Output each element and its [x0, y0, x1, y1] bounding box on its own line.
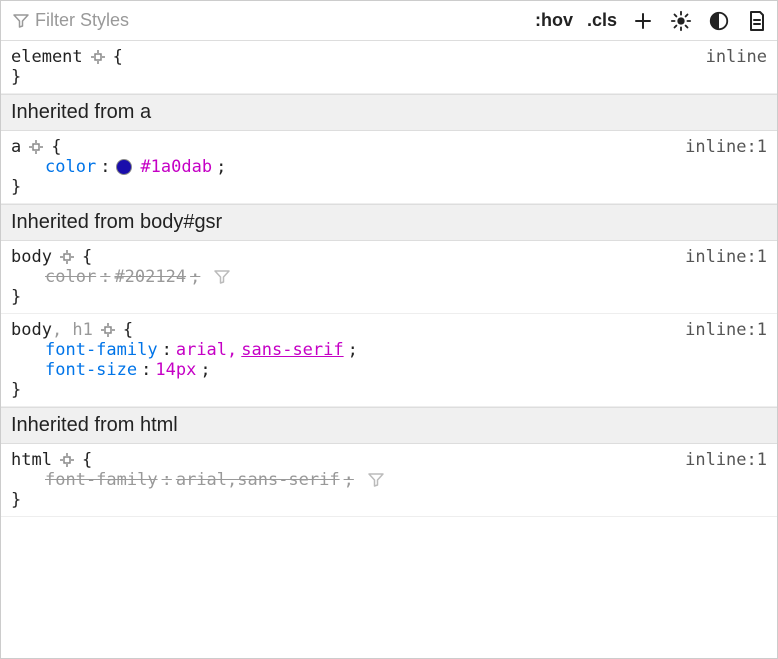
- open-brace: {: [82, 247, 92, 267]
- value[interactable]: arial,: [176, 340, 237, 360]
- new-rule-button[interactable]: [631, 11, 655, 31]
- overridden-filter-icon[interactable]: [214, 269, 230, 285]
- value[interactable]: arial,sans-serif: [176, 470, 340, 490]
- rule-a[interactable]: inline:1 a { color: #1a0dab; }: [1, 131, 777, 204]
- close-brace: }: [11, 287, 21, 307]
- property[interactable]: color: [45, 157, 96, 177]
- rule-source[interactable]: inline:1: [685, 247, 767, 267]
- selector[interactable]: element: [11, 47, 83, 67]
- light-mode-button[interactable]: [669, 10, 693, 32]
- hov-button[interactable]: :hov: [535, 10, 573, 31]
- plus-icon: [633, 11, 653, 31]
- highlight-selector-icon[interactable]: [89, 48, 107, 66]
- value[interactable]: 14px: [155, 360, 196, 380]
- property[interactable]: color: [45, 267, 96, 287]
- open-brace: {: [123, 320, 133, 340]
- value[interactable]: #1a0dab: [140, 157, 212, 177]
- rule-source[interactable]: inline: [706, 47, 767, 67]
- inherited-header-body: Inherited from body#gsr: [1, 204, 777, 241]
- property[interactable]: font-size: [45, 360, 137, 380]
- highlight-selector-icon[interactable]: [27, 138, 45, 156]
- inherited-header-html: Inherited from html: [1, 407, 777, 444]
- close-brace: }: [11, 490, 21, 510]
- declaration-font-size[interactable]: font-size: 14px;: [11, 360, 767, 380]
- value[interactable]: #202124: [114, 267, 186, 287]
- moon-icon: [708, 10, 730, 32]
- property[interactable]: font-family: [45, 470, 158, 490]
- open-brace: {: [113, 47, 123, 67]
- rule-html[interactable]: inline:1 html { font-family: arial,sans-…: [1, 444, 777, 517]
- color-swatch[interactable]: [116, 159, 132, 175]
- sun-icon: [670, 10, 692, 32]
- close-brace: }: [11, 177, 21, 197]
- declaration-font-family[interactable]: font-family: arial,sans-serif;: [11, 340, 767, 360]
- rules-panel: inline element { } Inherited from a inli…: [1, 41, 777, 517]
- rule-element[interactable]: inline element { }: [1, 41, 777, 94]
- inherited-header-a: Inherited from a: [1, 94, 777, 131]
- selector[interactable]: html: [11, 450, 52, 470]
- rule-source[interactable]: inline:1: [685, 450, 767, 470]
- print-simulation-button[interactable]: [745, 10, 769, 32]
- filter-styles-input[interactable]: [35, 10, 535, 31]
- highlight-selector-icon[interactable]: [58, 451, 76, 469]
- funnel-icon: [13, 13, 29, 29]
- styles-toolbar: :hov .cls: [1, 1, 777, 41]
- overridden-filter-icon[interactable]: [368, 472, 384, 488]
- property[interactable]: font-family: [45, 340, 158, 360]
- value-link[interactable]: sans-serif: [241, 340, 343, 360]
- rule-body[interactable]: inline:1 body { color: #202124; }: [1, 241, 777, 314]
- rule-body-h1[interactable]: inline:1 body, h1 { font-family: arial,s…: [1, 314, 777, 407]
- close-brace: }: [11, 67, 21, 87]
- selector[interactable]: body: [11, 247, 52, 267]
- rule-source[interactable]: inline:1: [685, 137, 767, 157]
- toolbar-actions: :hov .cls: [535, 10, 769, 32]
- declaration-font-family-overridden[interactable]: font-family: arial,sans-serif;: [11, 470, 767, 490]
- open-brace: {: [51, 137, 61, 157]
- rule-source[interactable]: inline:1: [685, 320, 767, 340]
- dark-mode-button[interactable]: [707, 10, 731, 32]
- declaration-color-overridden[interactable]: color: #202124;: [11, 267, 767, 287]
- close-brace: }: [11, 380, 21, 400]
- cls-button[interactable]: .cls: [587, 10, 617, 31]
- open-brace: {: [82, 450, 92, 470]
- page-icon: [747, 10, 767, 32]
- selector[interactable]: a: [11, 137, 21, 157]
- selector[interactable]: body, h1: [11, 320, 93, 340]
- declaration-color[interactable]: color: #1a0dab;: [11, 157, 767, 177]
- highlight-selector-icon[interactable]: [99, 321, 117, 339]
- highlight-selector-icon[interactable]: [58, 248, 76, 266]
